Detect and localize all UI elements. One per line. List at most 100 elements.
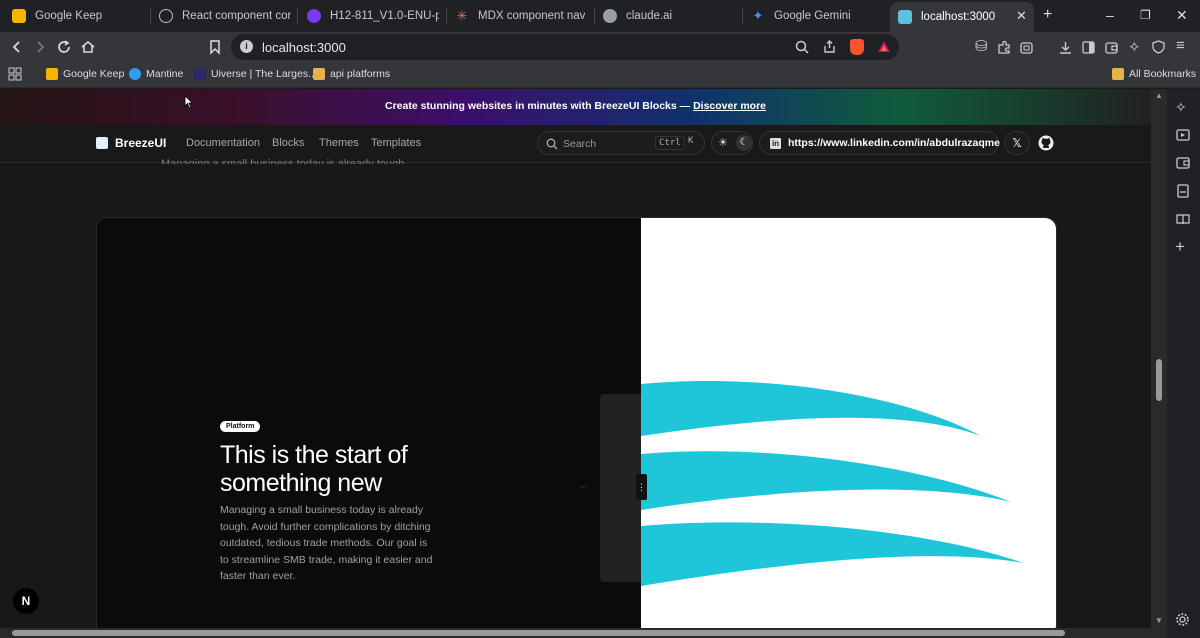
tab-react-component[interactable]: React component convers	[159, 4, 291, 28]
brand-name[interactable]: BreezeUI	[115, 136, 166, 150]
forward-icon[interactable]	[33, 40, 47, 54]
search-input[interactable]: Search Ctrl K	[537, 131, 705, 155]
menu-icon[interactable]: ≡	[1176, 37, 1185, 54]
leo-ai-icon[interactable]: ✧	[1175, 99, 1187, 116]
platform-badge: Platform	[220, 421, 261, 432]
hero-title-line-2: something new	[220, 469, 382, 497]
tab-title: Google Gemini	[774, 10, 851, 22]
tab-title: localhost:3000	[921, 11, 996, 23]
tab-google-gemini[interactable]: ✦ Google Gemini	[751, 4, 881, 28]
nav-templates[interactable]: Templates	[371, 137, 421, 149]
tab-separator	[446, 9, 447, 23]
mouse-cursor	[184, 95, 194, 109]
screenshot-icon[interactable]	[1019, 40, 1034, 55]
bookmark-mantine[interactable]: Mantine	[129, 68, 183, 80]
close-tab-icon[interactable]: ✕	[1016, 8, 1027, 24]
bookmark-label: Google Keep	[63, 68, 125, 80]
bookmark-label: api platforms	[330, 68, 391, 80]
linkedin-url: https://www.linkedin.com/in/abdulrazaqme	[788, 137, 1000, 149]
leo-ai-icon[interactable]: ✧	[1128, 38, 1141, 56]
arrow-left-icon: ←	[579, 480, 588, 490]
tab-claude[interactable]: claude.ai	[603, 4, 733, 28]
compare-drag-handle[interactable]: ⋮	[636, 474, 647, 500]
github-icon[interactable]	[1038, 135, 1054, 151]
new-tab-button[interactable]: +	[1043, 6, 1052, 24]
address-bar[interactable]: i localhost:3000	[231, 34, 899, 60]
site-info-icon[interactable]: i	[240, 40, 253, 53]
keep-icon	[46, 68, 58, 80]
banner-text-wrap: Create stunning websites in minutes with…	[0, 100, 1151, 112]
apps-grid-icon[interactable]	[8, 67, 22, 81]
zoom-search-icon[interactable]	[795, 40, 809, 54]
reading-list-icon[interactable]	[1176, 128, 1190, 142]
nav-blocks[interactable]: Blocks	[272, 137, 304, 149]
wave-graphic	[641, 381, 1023, 586]
hero-description: Managing a small business today is alrea…	[220, 504, 433, 582]
tab-title: MDX component navigatio	[478, 10, 585, 22]
hero-compare-block: Platform This is the start of something …	[96, 217, 1057, 628]
vpn-icon[interactable]	[1151, 39, 1166, 55]
share-icon[interactable]	[822, 39, 837, 54]
reload-icon[interactable]	[56, 39, 72, 55]
discover-more-link[interactable]: Discover more	[693, 100, 766, 112]
browser-side-panel: ✧ +	[1167, 89, 1200, 638]
tab-mdx-component[interactable]: ✳ MDX component navigatio	[455, 4, 585, 28]
sidebar-toggle-icon[interactable]	[1081, 40, 1096, 55]
bookmark-uiverse[interactable]: Uiverse | The Larges...	[194, 68, 317, 80]
add-panel-icon[interactable]: +	[1175, 237, 1185, 257]
gemini-icon: ✦	[752, 8, 764, 23]
bookmark-google-keep[interactable]: Google Keep	[46, 68, 124, 80]
all-bookmarks[interactable]: All Bookmarks	[1112, 68, 1196, 80]
close-window-icon[interactable]: ✕	[1176, 7, 1188, 24]
x-twitter-icon[interactable]: 𝕏	[1004, 131, 1030, 155]
sun-icon[interactable]: ☀	[718, 136, 728, 149]
tab-h12-pages[interactable]: H12-811_V1.0-ENU-pages	[307, 4, 439, 28]
extensions-icon[interactable]	[997, 40, 1012, 55]
linkedin-link[interactable]: in https://www.linkedin.com/in/abdulraza…	[759, 131, 1000, 155]
cutoff-description: Managing a small business today is alrea…	[161, 158, 408, 164]
download-icon[interactable]	[1058, 40, 1073, 55]
shortcut-ctrl: Ctrl	[655, 136, 685, 150]
search-placeholder: Search	[563, 138, 597, 150]
crypto-wallet-icon[interactable]	[1104, 40, 1119, 55]
bookmark-label: Uiverse | The Larges...	[211, 68, 317, 80]
folder-icon	[313, 68, 325, 80]
wallet-panel-icon[interactable]	[1176, 156, 1190, 170]
home-icon[interactable]	[80, 39, 96, 55]
vertical-scroll-thumb[interactable]	[1156, 359, 1162, 401]
horizontal-scroll-thumb[interactable]	[12, 630, 1065, 636]
bookmark-icon[interactable]	[208, 39, 222, 55]
vertical-scrollbar[interactable]: ▲ ▼	[1151, 89, 1167, 628]
bookmarks-panel-icon[interactable]	[1176, 184, 1190, 198]
reading-mode-icon[interactable]	[1176, 212, 1190, 226]
compare-overlay-panel	[600, 394, 641, 582]
bookmark-label: Mantine	[146, 68, 184, 80]
nav-themes[interactable]: Themes	[319, 137, 359, 149]
keep-icon	[12, 9, 26, 23]
brave-rewards-icon[interactable]	[876, 39, 892, 55]
nav-documentation[interactable]: Documentation	[186, 137, 260, 149]
brave-shields-icon[interactable]	[850, 39, 864, 55]
bookmarks-bar: Google Keep Mantine Uiverse | The Larges…	[0, 62, 1200, 88]
horizontal-scrollbar[interactable]	[0, 628, 1167, 638]
breeze-logo-icon[interactable]	[96, 137, 108, 149]
hero-title-line-1: This is the start of	[220, 441, 408, 469]
scroll-up-icon[interactable]: ▲	[1155, 91, 1163, 100]
search-icon	[546, 138, 558, 150]
wallet-icon[interactable]: ⛁	[975, 37, 988, 55]
settings-gear-icon[interactable]	[1175, 612, 1190, 627]
back-icon[interactable]	[10, 40, 24, 54]
scroll-down-icon[interactable]: ▼	[1155, 616, 1163, 625]
openai-icon	[159, 9, 173, 23]
bookmark-api-platforms[interactable]: api platforms	[313, 68, 390, 80]
restore-icon[interactable]: ❐	[1140, 8, 1151, 22]
theme-toggle[interactable]: ☀ ☾	[711, 131, 753, 155]
shortcut-k: K	[688, 136, 694, 146]
all-bookmarks-label: All Bookmarks	[1129, 68, 1197, 80]
hero-light-panel	[641, 218, 1056, 628]
moon-icon[interactable]: ☾	[736, 135, 752, 151]
tab-google-keep[interactable]: Google Keep	[12, 4, 152, 28]
nextjs-indicator[interactable]: N	[13, 588, 39, 614]
minimize-icon[interactable]: –	[1106, 7, 1114, 23]
tab-localhost-active[interactable]: localhost:3000	[890, 2, 1034, 32]
